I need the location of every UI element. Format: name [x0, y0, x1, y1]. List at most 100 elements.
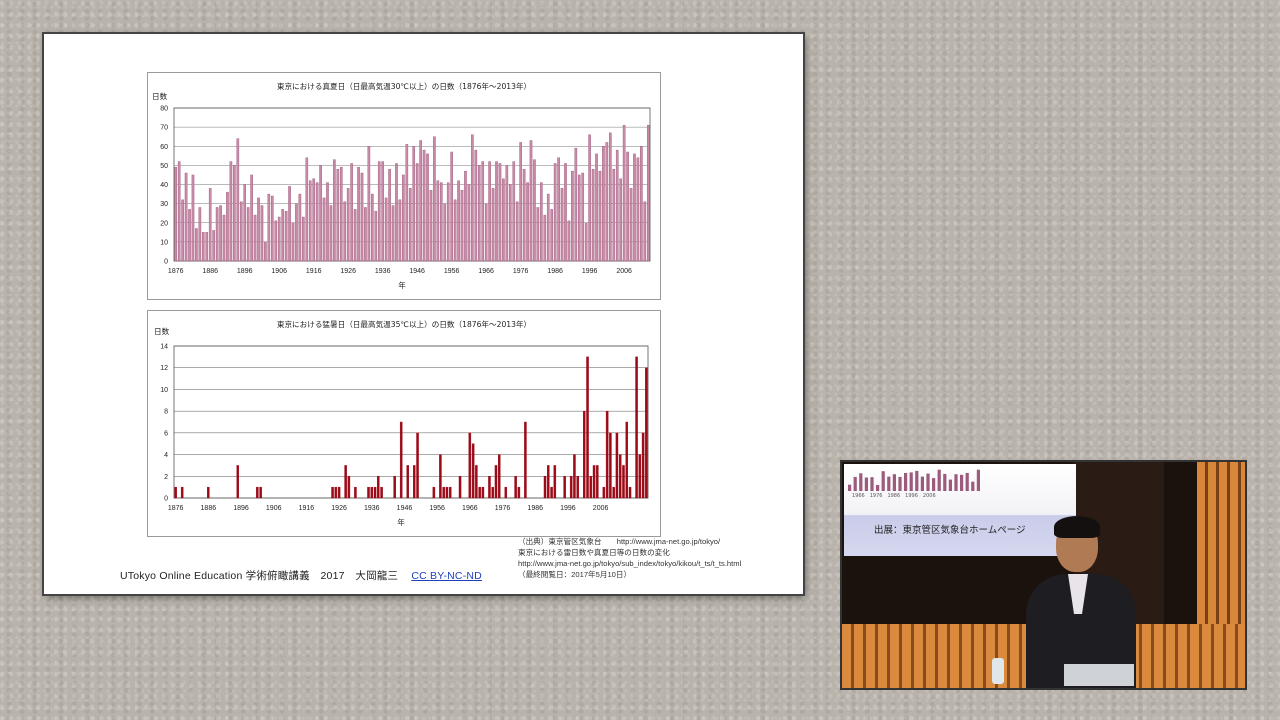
video-screen-bar [904, 473, 908, 491]
bar-1947 [419, 140, 422, 262]
chart-extreme-hot-days: 東京における猛暑日（日最高気温35℃以上）の日数（1876年～2013年） 日数 0… [147, 310, 661, 537]
bar-1950 [416, 432, 419, 499]
bar-2017 [635, 356, 638, 499]
x-tick-label: 1956 [444, 268, 460, 275]
bar-1998 [573, 454, 576, 499]
bar-1954 [443, 203, 447, 262]
bar-1923 [336, 168, 340, 262]
bar-1937 [373, 486, 377, 499]
y-tick-label: 14 [160, 344, 168, 351]
bar-1908 [284, 211, 288, 262]
x-tick-label: 1876 [168, 505, 184, 512]
bar-1980 [514, 476, 517, 499]
bar-1970 [498, 163, 502, 262]
bar-1928 [353, 209, 357, 262]
bar-1878 [180, 486, 184, 499]
bar-1912 [298, 193, 302, 262]
bar-1916 [312, 178, 315, 262]
video-screen-ticks: 1966 1976 1986 1996 2006 [852, 493, 936, 499]
bar-1918 [319, 165, 322, 262]
bar-1974 [512, 161, 516, 262]
bar-1959 [445, 486, 449, 499]
bar-1907 [281, 209, 284, 262]
bar-1977 [504, 486, 508, 499]
bar-1957 [439, 454, 442, 499]
bar-1938 [388, 168, 391, 262]
bar-1952 [436, 180, 440, 262]
x-tick-label: 1976 [495, 505, 511, 512]
bar-1980 [533, 159, 536, 262]
license-link[interactable]: CC BY-NC-ND [411, 570, 482, 582]
bar-1956 [450, 151, 453, 262]
bar-1877 [177, 161, 181, 262]
bar-2011 [615, 432, 619, 499]
bar-2002 [586, 356, 589, 499]
bar-1934 [374, 211, 378, 262]
bar-1991 [571, 170, 574, 262]
bar-1931 [354, 486, 357, 499]
footer-text: UTokyo Online Education 学術俯瞰講義 2017 大岡龍三 [120, 570, 399, 582]
bar-1993 [577, 174, 581, 262]
bar-1943 [393, 476, 396, 499]
bar-1964 [477, 165, 481, 262]
bar-1927 [350, 163, 353, 262]
x-tick-label: 1936 [364, 505, 380, 512]
bar-1943 [405, 144, 409, 262]
video-screen-bar [954, 474, 958, 491]
bar-2015 [628, 486, 632, 499]
bar-1942 [402, 174, 405, 262]
bar-2014 [625, 421, 628, 499]
x-tick-label: 1976 [513, 268, 529, 275]
bar-1999 [598, 170, 602, 262]
bar-2009 [609, 432, 612, 499]
bar-1989 [564, 163, 567, 262]
bar-1967 [488, 161, 491, 262]
bar-2005 [596, 465, 599, 499]
video-screen-bar [870, 477, 874, 491]
bar-1925 [343, 201, 347, 262]
video-screen-bar [881, 471, 885, 491]
y-tick-label: 6 [164, 430, 168, 437]
bar-1891 [226, 191, 229, 262]
y-tick-label: 10 [160, 387, 168, 394]
bar-2010 [636, 157, 640, 262]
bar-1914 [305, 157, 309, 262]
bar-1955 [446, 182, 450, 262]
bar-1965 [481, 161, 485, 262]
bar-1994 [581, 172, 585, 262]
video-screen-bar [943, 473, 947, 491]
bar-1971 [502, 178, 505, 262]
bar-1897 [246, 207, 250, 262]
bar-1961 [467, 184, 471, 262]
bar-1987 [557, 157, 560, 262]
video-projection-screen: 1966 1976 1986 1996 2006 出展：東京管区気象台ホームペー… [844, 464, 1076, 556]
bar-1990 [547, 465, 550, 499]
bar-1883 [198, 207, 202, 262]
bar-1886 [208, 188, 212, 262]
x-tick-label: 2006 [616, 268, 632, 275]
bar-1998 [595, 153, 598, 262]
bar-2011 [640, 146, 643, 262]
bar-1963 [474, 149, 478, 262]
bar-1996 [588, 134, 591, 262]
x-tick-label: 1966 [478, 268, 494, 275]
bar-1889 [219, 205, 222, 262]
bar-1958 [442, 486, 445, 499]
bar-1959 [460, 190, 464, 262]
bar-1935 [367, 486, 370, 499]
x-tick-label: 1886 [202, 268, 218, 275]
chart-title: 東京における猛暑日（日最高気温35℃以上）の日数（1876年～2013年） [277, 319, 531, 329]
x-tick-label: 1956 [429, 505, 445, 512]
bar-1976 [519, 142, 522, 262]
x-tick-label: 1886 [201, 505, 217, 512]
x-tick-label: 1986 [527, 505, 543, 512]
x-tick-label: 1966 [462, 505, 478, 512]
bar-1880 [188, 209, 191, 262]
bar-1983 [524, 421, 527, 499]
bar-1920 [326, 182, 329, 262]
video-screen-bar [898, 476, 902, 491]
bar-1953 [440, 182, 443, 262]
bar-1995 [584, 222, 588, 262]
bar-1948 [422, 149, 426, 262]
bar-1988 [560, 188, 564, 262]
